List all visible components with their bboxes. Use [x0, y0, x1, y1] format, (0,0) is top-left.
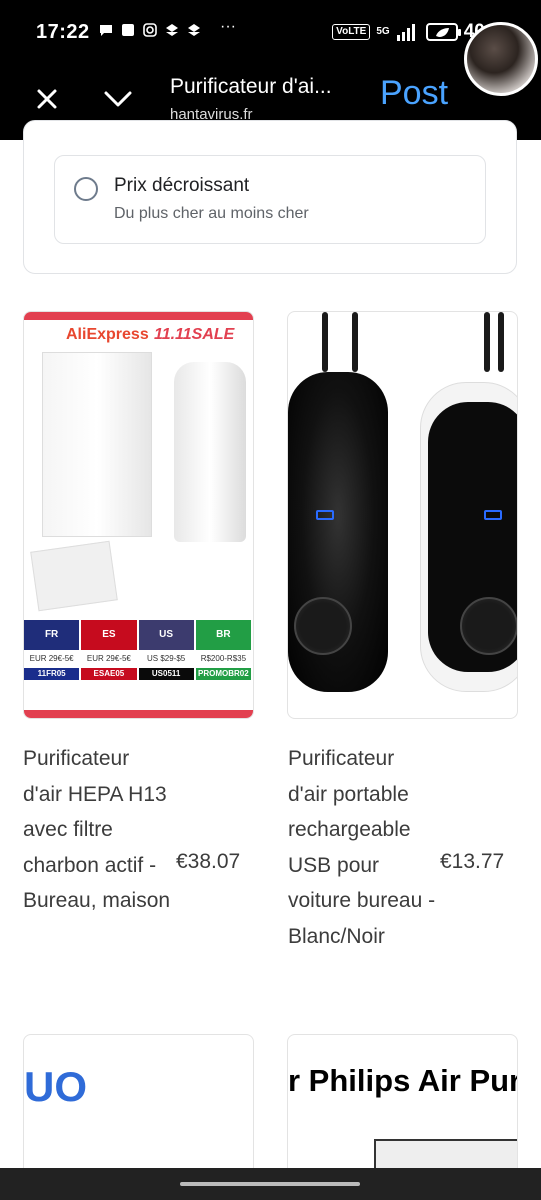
product-image-2[interactable]	[287, 311, 518, 719]
post-button[interactable]: Post	[380, 74, 448, 113]
cable	[322, 312, 328, 372]
coupon-br: BR R$200-R$35 PROMOBR02	[195, 620, 253, 680]
sort-option-description: Du plus cher au moins cher	[114, 205, 309, 222]
chat-head-avatar[interactable]	[464, 22, 538, 96]
home-gesture-bar[interactable]	[180, 1182, 360, 1186]
close-icon[interactable]	[28, 80, 66, 118]
stack-icon	[166, 24, 178, 36]
app-icon	[122, 24, 134, 36]
product-price-1: €38.07	[176, 850, 241, 873]
filter-image	[30, 540, 118, 612]
signal-icon	[396, 24, 415, 41]
status-bar: 17:22 ··· VoLTE 5G 40 %	[0, 0, 541, 66]
volte-badge: VoLTE	[332, 24, 371, 40]
battery-icon	[425, 23, 461, 41]
cable	[352, 312, 358, 372]
product-image-text: r Philips Air Puri	[288, 1063, 518, 1098]
status-time: 17:22	[36, 21, 90, 43]
product-price-2: €13.77	[440, 850, 505, 873]
coupon-fr: FR EUR 29€-5€ 11FR05	[24, 620, 82, 680]
stack-icon-2	[188, 24, 200, 36]
instagram-icon	[143, 23, 157, 37]
radio-button[interactable]	[74, 177, 98, 201]
banner-footer	[24, 688, 253, 718]
coupon-es: ES EUR 29€-5€ ESAE05	[81, 620, 139, 680]
product-image-1[interactable]: AliExpress 11.11SALE FR EUR 29€-5€ 11FR0…	[23, 311, 254, 719]
air-purifier-image	[174, 362, 246, 542]
chat-bubble-icon	[100, 25, 112, 36]
product-title-2[interactable]: Purificateur d'air portable rechargeable…	[288, 741, 438, 954]
chevron-down-icon[interactable]	[98, 80, 138, 118]
product-box-image	[42, 352, 152, 537]
sale-label: 11.11SALE	[154, 326, 235, 343]
notification-icons	[98, 22, 202, 38]
cable	[484, 312, 490, 372]
battery-led-icon	[316, 510, 334, 520]
coupon-us: US US $29-$5 US0511	[138, 620, 196, 680]
page-title: Purificateur d'ai...	[170, 75, 332, 98]
fan-button	[294, 597, 352, 655]
network-type: 5G	[376, 26, 390, 37]
aliexpress-logo: AliExpress	[66, 326, 149, 343]
cable	[498, 312, 504, 372]
fan-button	[460, 597, 517, 655]
sort-option-label: Prix décroissant	[114, 175, 250, 196]
product-title-1[interactable]: Purificateur d'air HEPA H13 avec filtre …	[23, 741, 173, 919]
product-image-text: UO	[24, 1063, 87, 1110]
battery-led-icon	[484, 510, 502, 520]
more-notifications: ···	[220, 18, 236, 35]
country-coupons: FR EUR 29€-5€ 11FR05 ES EUR 29€-5€ ESAE0…	[24, 620, 253, 680]
sort-option-price-desc[interactable]	[54, 155, 486, 244]
